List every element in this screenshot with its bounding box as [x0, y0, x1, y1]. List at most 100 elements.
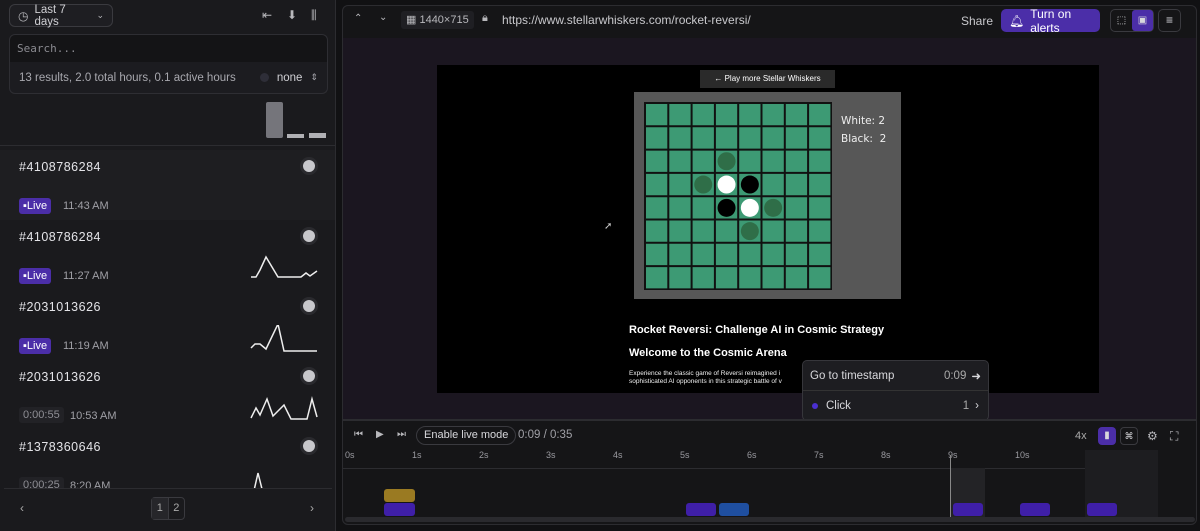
chevron-up-icon[interactable]: ⌃	[354, 13, 362, 24]
timeline-tick: 10s	[1015, 450, 1030, 460]
fullscreen-icon[interactable]: ⛶	[1170, 429, 1178, 444]
bell-icon: 🔔︎	[1009, 13, 1025, 28]
session-item[interactable]: #4108786284 ▪Live 11:27 AM	[0, 220, 335, 290]
event-marker[interactable]	[719, 503, 749, 516]
alerts-button[interactable]: 🔔︎ Turn on alerts	[1001, 7, 1100, 35]
console-icon[interactable]: ⌘	[1120, 427, 1138, 445]
gear-icon[interactable]: ⚙	[1147, 429, 1158, 443]
search-input[interactable]: Search...	[9, 34, 328, 63]
histogram-bar	[309, 133, 326, 138]
timeline-tick: 5s	[680, 450, 690, 460]
hint-move[interactable]	[764, 198, 783, 217]
viewport-size: ▦ 1440×715	[401, 11, 474, 29]
activity-sparkline	[250, 325, 317, 352]
disc[interactable]	[717, 175, 736, 194]
prev-page-button[interactable]: ‹	[20, 501, 24, 515]
session-duration: 0:00:55	[19, 407, 64, 423]
filter-select[interactable]: none	[277, 72, 303, 84]
session-item[interactable]: #2031013626 ▪Live 11:19 AM	[0, 290, 335, 360]
skip-back-icon[interactable]: ⏮	[354, 429, 363, 440]
session-item[interactable]: #2031013626 0:00:55 10:53 AM	[0, 360, 335, 430]
activity-sparkline	[251, 255, 318, 278]
menu-icon[interactable]: ≡	[1158, 9, 1181, 32]
date-range-label: Last 7 days	[34, 3, 66, 28]
live-mode-button[interactable]: Enable live mode	[416, 426, 517, 445]
share-button[interactable]: Share	[961, 14, 993, 28]
chevron-down-icon[interactable]: ⌄	[379, 12, 387, 23]
replayed-page: ← Play more Stellar Whiskers Games! Whit…	[437, 65, 1099, 393]
activity-chart-icon[interactable]: ▮	[1098, 427, 1116, 445]
page-2-button[interactable]: 2	[169, 498, 185, 519]
disc[interactable]	[717, 198, 736, 217]
timeline-tick: 2s	[479, 450, 489, 460]
skip-forward-icon[interactable]: ⏭	[397, 429, 406, 440]
page-1-button[interactable]: 1	[152, 498, 169, 519]
collapse-icon[interactable]: ⇤	[262, 8, 272, 22]
download-icon[interactable]: ⬇	[287, 8, 297, 22]
play-icon[interactable]: ▶	[376, 429, 384, 440]
comments-icon[interactable]: ▣	[1132, 10, 1153, 31]
filter-settings-icon[interactable]: ⫼	[311, 8, 317, 23]
stats-text: 13 results, 2.0 total hours, 0.1 active …	[19, 71, 236, 84]
disc[interactable]	[740, 198, 759, 217]
date-range-button[interactable]: ◷ Last 7 days ⌄	[9, 3, 113, 28]
event-marker[interactable]	[384, 503, 415, 516]
stats-row: 13 results, 2.0 total hours, 0.1 active …	[9, 62, 328, 94]
event-marker[interactable]	[1020, 503, 1050, 516]
user-icon	[303, 160, 315, 172]
inspect-icon[interactable]: ⬚	[1111, 10, 1132, 31]
user-icon	[303, 370, 315, 382]
event-marker[interactable]	[1087, 503, 1117, 516]
url-text[interactable]: https://www.stellarwhiskers.com/rocket-r…	[502, 13, 751, 27]
game-container: White: 2 Black: 2	[634, 92, 901, 299]
next-page-button[interactable]: ›	[310, 501, 314, 515]
game-title: Rocket Reversi: Challenge AI in Cosmic S…	[629, 324, 885, 336]
histogram-bar	[287, 134, 304, 138]
playhead[interactable]	[950, 455, 951, 518]
disc[interactable]	[740, 175, 759, 194]
timeline-tick: 8s	[881, 450, 891, 460]
chevron-right-icon: ›	[975, 400, 979, 412]
chevron-down-icon: ⌄	[96, 10, 104, 20]
goto-timestamp-item[interactable]: Go to timestamp 0:09 ➜	[803, 361, 988, 391]
session-id: #2031013626	[19, 370, 101, 384]
session-id: #4108786284	[19, 230, 101, 244]
hint-move[interactable]	[740, 222, 759, 241]
game-subtitle: Welcome to the Cosmic Arena	[629, 347, 787, 359]
back-link[interactable]: ← Play more Stellar Whiskers Games!	[700, 70, 835, 101]
reversi-board[interactable]	[644, 102, 832, 290]
session-id: #2031013626	[19, 300, 101, 314]
playback-time: 0:09 / 0:35	[518, 429, 573, 441]
timeline-tick: 4s	[613, 450, 623, 460]
clock-icon: ◷	[18, 8, 29, 23]
game-description: Experience the classic game of Reversi r…	[629, 370, 782, 385]
user-icon	[303, 300, 315, 312]
updown-icon: ⇕	[310, 72, 318, 82]
hint-move[interactable]	[694, 175, 713, 194]
cursor-icon: ➚	[604, 221, 613, 232]
timeline-tick: 7s	[814, 450, 824, 460]
timeline-scrollbar[interactable]	[345, 517, 1195, 522]
session-time: 11:19 AM	[63, 340, 109, 352]
event-marker[interactable]	[686, 503, 716, 516]
hint-move[interactable]	[717, 152, 736, 171]
session-item[interactable]: #1378360646 0:00:25 8:20 AM	[0, 430, 335, 488]
histogram-bar	[266, 102, 283, 138]
session-sidebar: ◷ Last 7 days ⌄ ⇤ ⬇ ⫼ Search... 13 resul…	[0, 0, 336, 531]
session-time: 10:53 AM	[70, 410, 117, 422]
event-marker[interactable]	[384, 489, 415, 502]
event-popup: Go to timestamp 0:09 ➜ Click 1 ›	[802, 360, 989, 421]
timeline-tick: 6s	[747, 450, 757, 460]
white-score: White: 2	[841, 115, 886, 127]
color-dot-icon	[259, 73, 269, 82]
live-badge: ▪Live	[19, 338, 52, 354]
session-id: #1378360646	[19, 440, 101, 454]
timeline-tick: 1s	[412, 450, 422, 460]
click-event-item[interactable]: Click 1 ›	[803, 391, 988, 421]
speed-button[interactable]: 4x	[1075, 430, 1087, 442]
dot-icon	[812, 403, 818, 409]
black-score: Black: 2	[841, 133, 887, 145]
event-marker[interactable]	[953, 503, 983, 516]
live-badge: ▪Live	[19, 268, 52, 284]
session-item[interactable]: #4108786284 ▪Live 11:43 AM	[0, 150, 335, 220]
